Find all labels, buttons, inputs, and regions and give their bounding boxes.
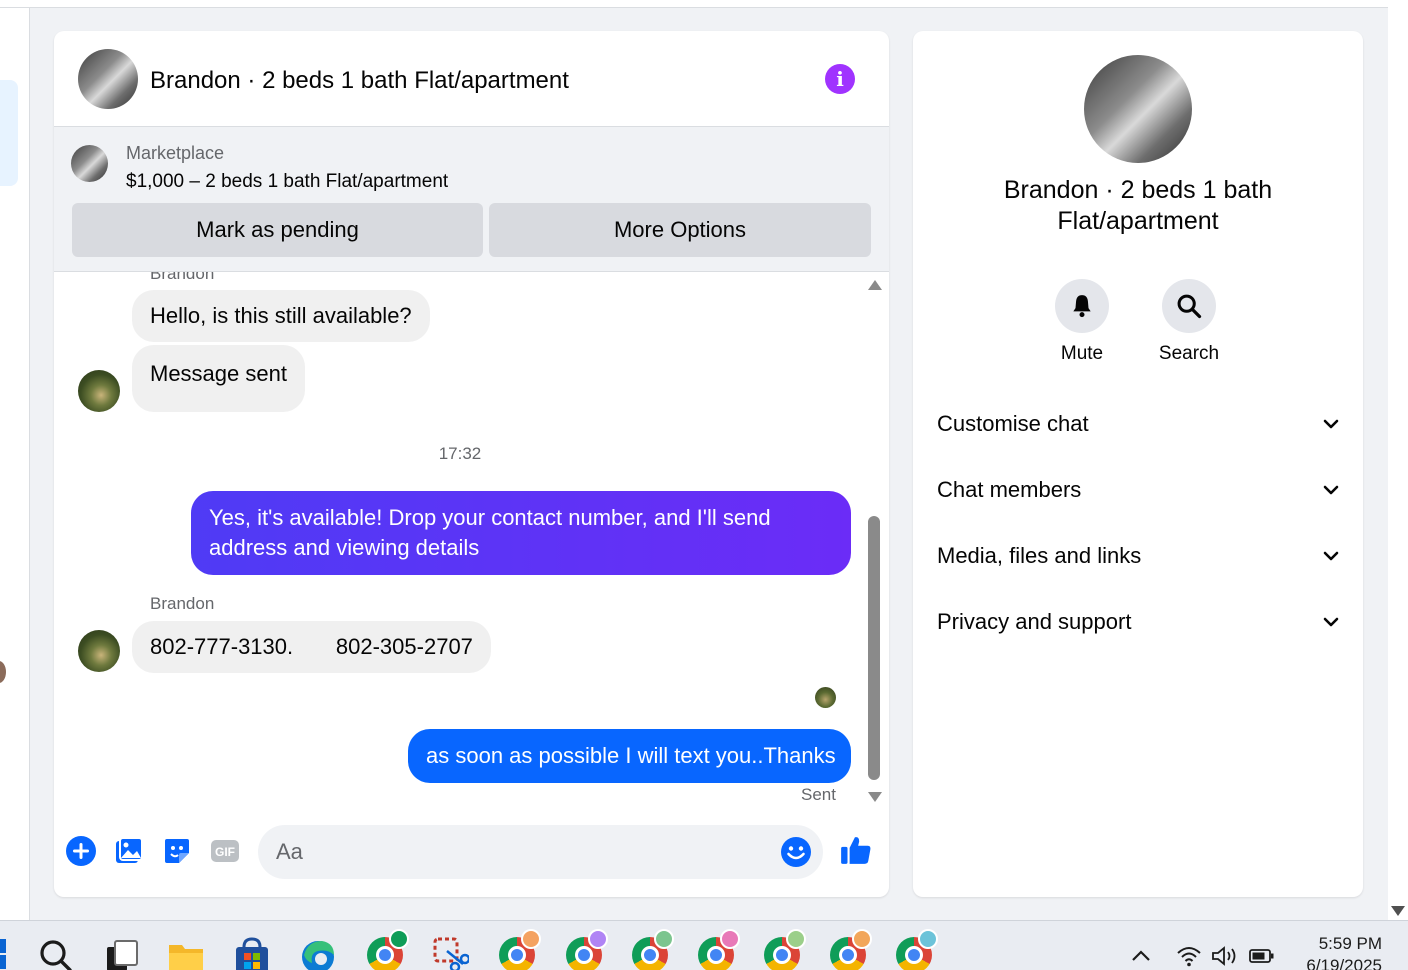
marketplace-bar: Marketplace $1,000 – 2 beds 1 bath Flat/…	[54, 127, 889, 272]
gif-icon[interactable]: GIF	[209, 835, 241, 867]
search-icon	[1177, 294, 1202, 319]
store-icon[interactable]	[234, 937, 270, 970]
marketplace-label: Marketplace	[126, 143, 225, 163]
photo-icon[interactable]	[113, 835, 145, 867]
panel-title: Brandon · 2 beds 1 bath Flat/apartment	[1003, 176, 1273, 235]
message-bubble-incoming[interactable]: Message sent	[132, 345, 305, 412]
chat-info-panel: Brandon · 2 beds 1 bath Flat/apartment M…	[913, 31, 1363, 897]
message-bubble-incoming[interactable]: 802-777-3130. 802-305-2707	[132, 621, 491, 673]
section-label: Media, files and links	[937, 543, 1142, 568]
snipping-tool-icon[interactable]	[433, 937, 469, 970]
section-privacy-support[interactable]: Privacy and support	[937, 602, 1341, 642]
chrome-profile-icon[interactable]	[830, 929, 872, 970]
task-view-icon[interactable]	[103, 937, 139, 970]
info-icon[interactable]: i	[825, 64, 855, 94]
message-bubble-outgoing[interactable]: Yes, it's available! Drop your contact n…	[191, 491, 851, 575]
message-scrollbar[interactable]	[866, 272, 884, 812]
section-label: Privacy and support	[937, 609, 1132, 634]
chevron-down-icon	[1323, 485, 1339, 495]
sender-avatar[interactable]	[78, 630, 120, 672]
message-input-placeholder: Aa	[276, 839, 303, 864]
plus-icon[interactable]	[65, 835, 97, 867]
scroll-down-icon[interactable]	[868, 792, 882, 802]
section-label: Customise chat	[937, 411, 1089, 436]
sender-name: Brandon	[150, 272, 215, 283]
message-status: Sent	[801, 785, 836, 804]
chrome-profile-icon[interactable]	[896, 929, 938, 970]
listing-summary[interactable]: $1,000 – 2 beds 1 bath Flat/apartment	[126, 171, 448, 193]
left-nav-avatar[interactable]	[0, 661, 6, 683]
chat-avatar[interactable]	[78, 49, 138, 109]
composer: GIF Aa	[54, 812, 889, 897]
chat-header: Brandon · 2 beds 1 bath Flat/apartment i	[54, 31, 889, 127]
message-list: Brandon Hello, is this still available? …	[54, 272, 889, 812]
page-scroll-down-icon[interactable]	[1391, 906, 1405, 916]
page-scrollbar[interactable]	[1388, 0, 1408, 920]
mark-pending-button[interactable]: Mark as pending	[72, 203, 483, 257]
chevron-down-icon	[1323, 617, 1339, 627]
file-explorer-icon[interactable]	[168, 937, 204, 970]
chrome-profile-icon[interactable]	[698, 929, 740, 970]
browser-top-strip	[0, 0, 1388, 8]
start-icon[interactable]	[0, 939, 6, 970]
volume-icon[interactable]	[1211, 945, 1239, 967]
chat-window: Brandon · 2 beds 1 bath Flat/apartment i…	[54, 31, 889, 897]
mute-button[interactable]: Mute	[1032, 279, 1132, 365]
thumbs-up-icon[interactable]	[839, 833, 873, 867]
section-media-files-links[interactable]: Media, files and links	[937, 536, 1341, 576]
chrome-profile-icon[interactable]	[367, 929, 409, 970]
svg-text:GIF: GIF	[215, 845, 235, 859]
search-button[interactable]: Search	[1139, 279, 1239, 365]
clock-date: 6/19/2025	[1306, 956, 1382, 970]
chat-title[interactable]: Brandon · 2 beds 1 bath Flat/apartment	[150, 67, 569, 95]
section-label: Chat members	[937, 477, 1082, 502]
message-bubble-outgoing[interactable]: as soon as possible I will text you..Tha…	[408, 729, 851, 783]
chevron-down-icon	[1323, 551, 1339, 561]
battery-icon[interactable]	[1249, 948, 1275, 964]
listing-thumbnail[interactable]	[71, 145, 108, 182]
left-nav-highlight[interactable]	[0, 80, 18, 186]
search-label: Search	[1158, 343, 1220, 364]
chrome-profile-icon[interactable]	[499, 929, 541, 970]
seen-avatar	[815, 687, 836, 708]
section-customise-chat[interactable]: Customise chat	[937, 404, 1341, 444]
chrome-profile-icon[interactable]	[632, 929, 674, 970]
emoji-icon[interactable]	[780, 836, 812, 868]
scroll-thumb[interactable]	[868, 516, 880, 780]
taskbar-clock[interactable]: 5:59 PM 6/19/2025	[1292, 933, 1382, 970]
windows-taskbar: 5:59 PM 6/19/2025	[0, 920, 1408, 970]
chevron-down-icon	[1323, 419, 1339, 429]
message-timestamp: 17:32	[438, 444, 482, 463]
sender-avatar[interactable]	[78, 370, 120, 412]
sticker-icon[interactable]	[161, 835, 193, 867]
chrome-profile-icon[interactable]	[764, 929, 806, 970]
scroll-up-icon[interactable]	[868, 280, 882, 290]
panel-avatar[interactable]	[1084, 55, 1192, 163]
wifi-icon[interactable]	[1176, 945, 1202, 967]
left-nav-strip	[0, 8, 30, 920]
mute-label: Mute	[1060, 343, 1104, 364]
section-chat-members[interactable]: Chat members	[937, 470, 1341, 510]
message-input[interactable]: Aa	[258, 825, 823, 879]
clock-time: 5:59 PM	[1318, 934, 1382, 953]
taskbar-search-icon[interactable]	[38, 937, 74, 970]
message-bubble-incoming[interactable]: Hello, is this still available?	[132, 290, 430, 342]
chrome-profile-icon[interactable]	[566, 929, 608, 970]
more-options-button[interactable]: More Options	[489, 203, 871, 257]
chevron-up-icon[interactable]	[1130, 947, 1152, 963]
sender-name: Brandon	[150, 594, 215, 613]
bell-icon	[1073, 295, 1091, 318]
edge-icon[interactable]	[300, 937, 336, 970]
